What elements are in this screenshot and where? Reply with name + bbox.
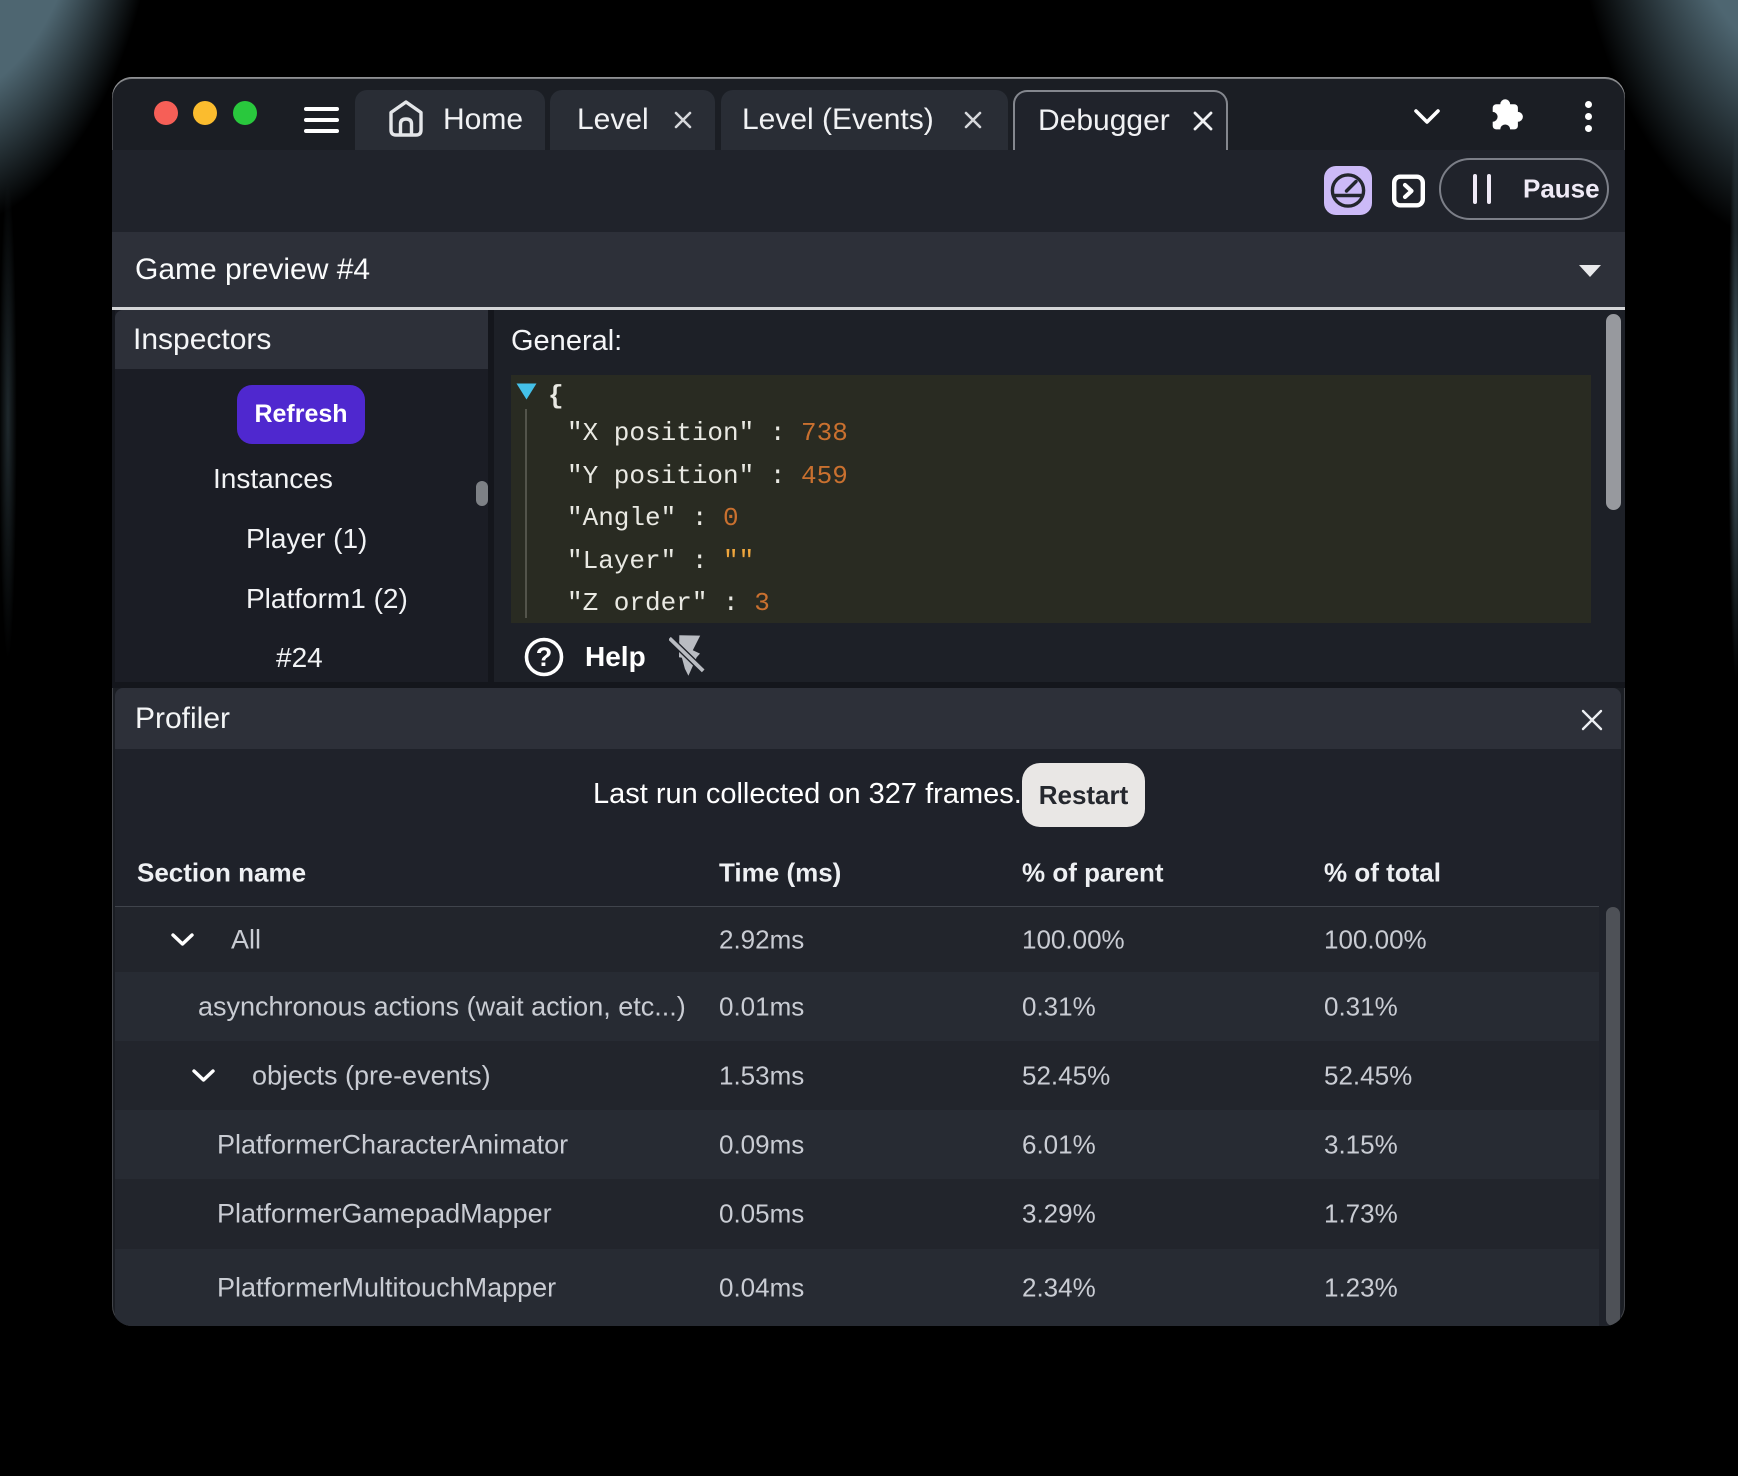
svg-text:?: ? — [536, 642, 553, 672]
